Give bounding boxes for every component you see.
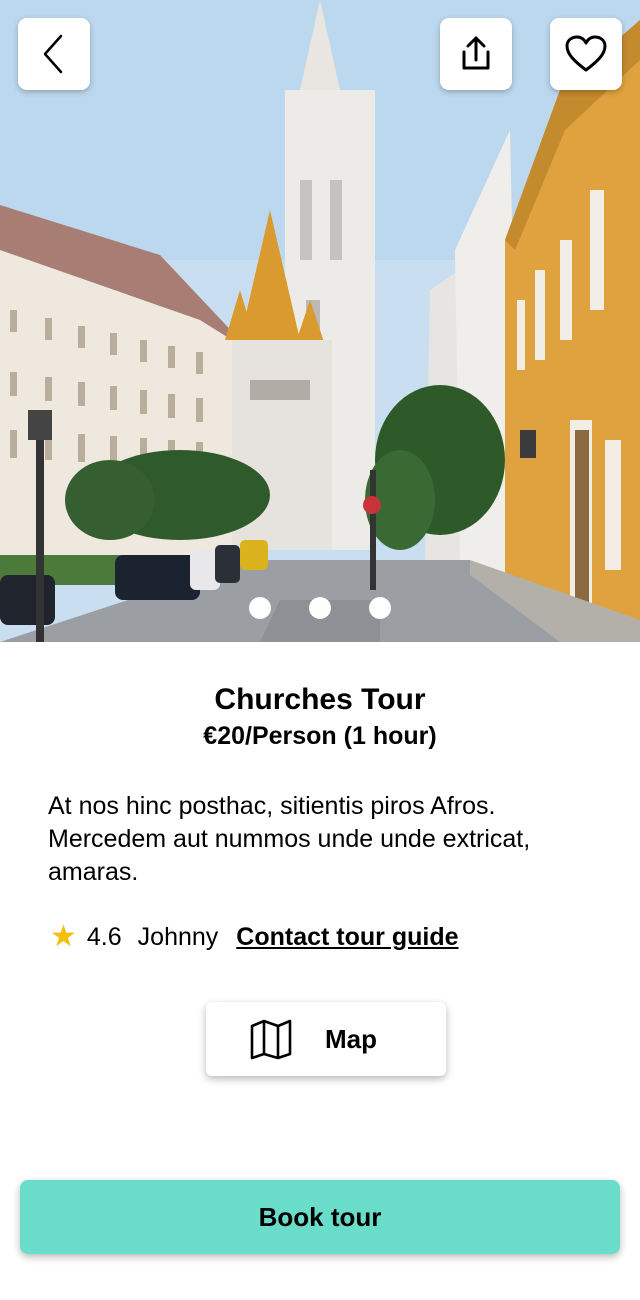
- book-tour-button[interactable]: Book tour: [20, 1180, 620, 1254]
- guide-name: Johnny: [137, 922, 219, 951]
- tour-meta-row: ★ 4.6 Johnny Contact tour guide: [50, 920, 459, 954]
- tour-rating: 4.6: [86, 922, 122, 951]
- hero-image-carousel[interactable]: [0, 0, 640, 642]
- carousel-dot-2[interactable]: [309, 597, 331, 619]
- tour-title: Churches Tour: [214, 683, 426, 716]
- map-button[interactable]: Map: [206, 1002, 446, 1076]
- back-button[interactable]: [18, 18, 90, 90]
- carousel-dot-1[interactable]: [249, 597, 271, 619]
- favorite-button[interactable]: [550, 18, 622, 90]
- chevron-left-icon: [43, 34, 63, 74]
- contact-guide-link[interactable]: Contact tour guide: [236, 923, 458, 952]
- church-street-photo: [0, 0, 640, 642]
- tour-description: At nos hinc posthac, sitientis piros Afr…: [48, 792, 531, 886]
- heart-icon: [565, 35, 607, 72]
- share-icon: [462, 36, 490, 70]
- carousel-dot-3[interactable]: [369, 597, 391, 619]
- tour-price: €20/Person (1 hour): [203, 722, 437, 750]
- map-button-label: Map: [325, 1024, 377, 1054]
- map-icon: [250, 1019, 292, 1060]
- share-button[interactable]: [440, 18, 512, 90]
- carousel-pagination: [0, 597, 640, 619]
- star-icon: ★: [50, 920, 77, 953]
